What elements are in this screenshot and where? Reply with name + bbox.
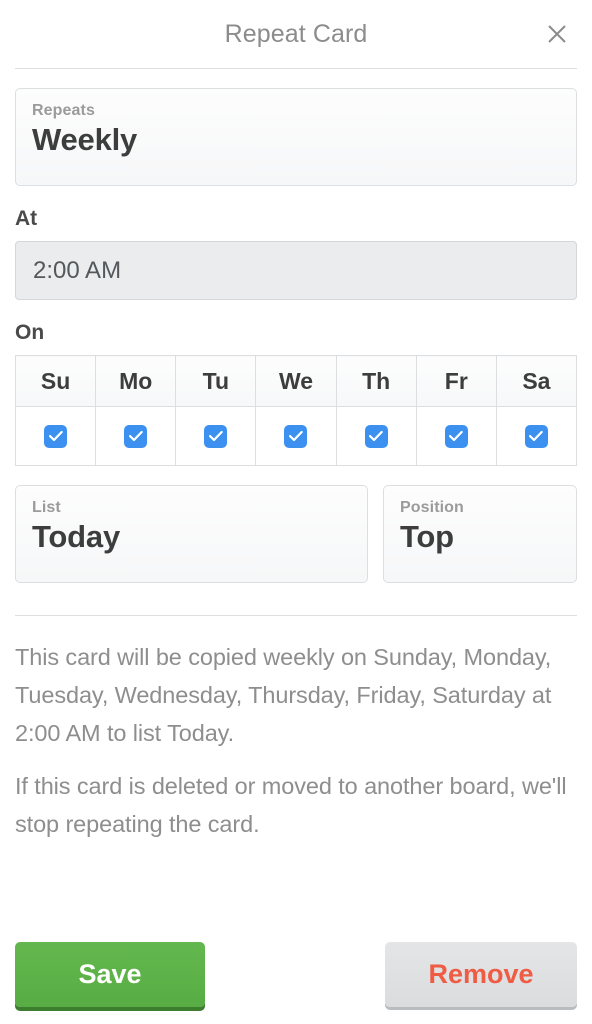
list-select[interactable]: List Today (15, 485, 368, 583)
list-value: Today (32, 519, 120, 555)
dialog-header: Repeat Card (0, 0, 592, 68)
position-value: Top (400, 519, 454, 555)
page-title: Repeat Card (224, 19, 368, 48)
day-header-we: We (255, 355, 337, 407)
day-cell-we[interactable] (255, 406, 337, 466)
day-checkbox-mo[interactable] (124, 424, 148, 448)
day-header-mo: Mo (95, 355, 177, 407)
repeats-select[interactable]: Repeats Weekly (15, 88, 577, 186)
days-header-row: Su Mo Tu We Th Fr Sa (14, 355, 578, 407)
repeats-label: Repeats (32, 102, 95, 119)
day-header-tu: Tu (175, 355, 257, 407)
repeat-card-dialog: Repeat Card Repeats Weekly At 2:00 AM On… (0, 0, 592, 1024)
remove-button[interactable]: Remove (385, 942, 577, 1007)
description-line-2: If this card is deleted or moved to anot… (15, 773, 567, 838)
day-cell-tu[interactable] (175, 406, 257, 466)
day-checkbox-fr[interactable] (444, 424, 468, 448)
day-checkbox-sa[interactable] (524, 424, 548, 448)
list-label: List (32, 499, 61, 516)
description-divider (15, 615, 577, 616)
day-cell-th[interactable] (335, 406, 417, 466)
days-checkbox-row (14, 406, 578, 466)
day-checkbox-we[interactable] (284, 424, 308, 448)
day-cell-sa[interactable] (495, 406, 578, 466)
day-header-sa: Sa (495, 355, 578, 407)
day-checkbox-tu[interactable] (204, 424, 228, 448)
at-section-label: At (15, 207, 38, 230)
position-label: Position (400, 499, 464, 516)
day-checkbox-su[interactable] (44, 424, 68, 448)
day-header-su: Su (14, 355, 97, 407)
day-header-th: Th (335, 355, 417, 407)
list-position-row: List Today Position Top (15, 485, 577, 583)
position-select[interactable]: Position Top (383, 485, 577, 583)
on-section-label: On (15, 321, 45, 344)
day-cell-fr[interactable] (415, 406, 497, 466)
day-header-fr: Fr (415, 355, 497, 407)
dialog-footer: Save Remove (0, 928, 592, 1024)
description-line-1: This card will be copied weekly on Sunda… (15, 644, 552, 747)
dialog-content: Repeats Weekly At 2:00 AM On Su Mo Tu We… (0, 88, 592, 583)
header-divider (15, 68, 577, 69)
day-checkbox-th[interactable] (364, 424, 388, 448)
save-button[interactable]: Save (15, 942, 205, 1007)
repeats-value: Weekly (32, 122, 138, 158)
days-of-week-table: Su Mo Tu We Th Fr Sa (14, 355, 578, 466)
at-time-input[interactable]: 2:00 AM (15, 241, 577, 300)
close-icon[interactable] (540, 17, 574, 51)
day-cell-su[interactable] (14, 406, 97, 466)
description-block: This card will be copied weekly on Sunda… (0, 638, 592, 843)
day-cell-mo[interactable] (95, 406, 177, 466)
